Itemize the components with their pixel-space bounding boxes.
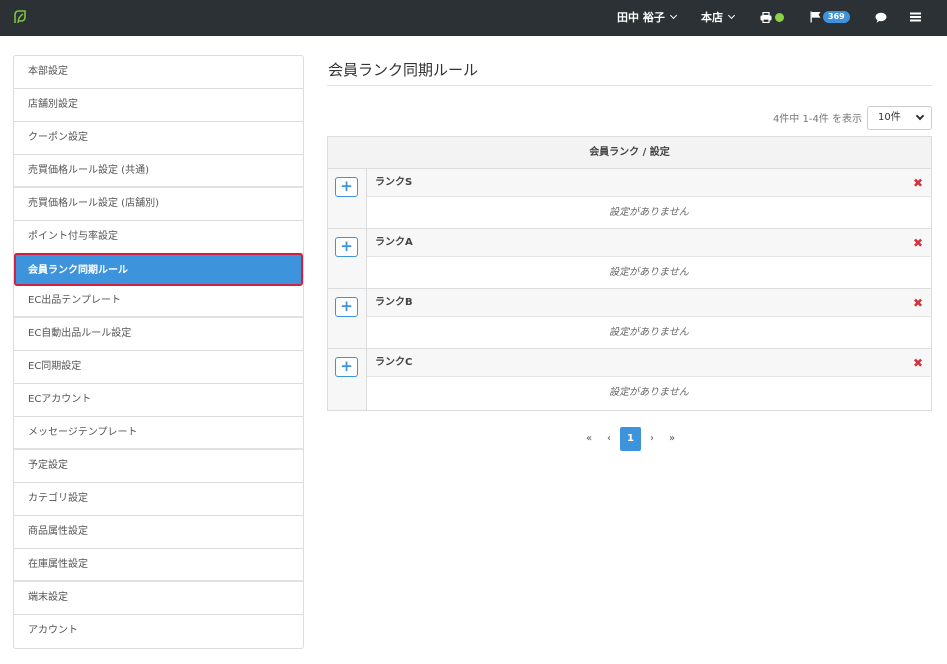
chevron-down-icon	[669, 11, 677, 20]
notifications-button[interactable]: 369	[810, 0, 850, 36]
sidebar-item-member-rank-sync[interactable]: 会員ランク同期ルール	[14, 253, 303, 286]
delete-icon[interactable]: ✖	[913, 289, 923, 317]
page-title: 会員ランク同期ルール	[328, 61, 479, 79]
sidebar-item-store-settings[interactable]: 店舗別設定	[14, 89, 303, 122]
add-rule-button[interactable]: +	[335, 357, 358, 377]
table-header: 会員ランク / 設定	[328, 137, 931, 169]
next-page-button[interactable]: ›	[642, 427, 662, 451]
rank-name: ランクC	[375, 357, 413, 368]
leaf-icon[interactable]	[12, 9, 28, 25]
delete-icon[interactable]: ✖	[913, 349, 923, 377]
main-menu-button[interactable]	[910, 0, 921, 36]
result-count: 4件中 1-4件 を表示	[772, 114, 862, 125]
chat-button[interactable]	[875, 0, 887, 36]
sidebar-item-category[interactable]: カテゴリ設定	[14, 483, 303, 516]
sidebar-item-ec-auto-listing[interactable]: EC自動出品ルール設定	[14, 318, 303, 351]
sidebar-item-price-rule-store[interactable]: 売買価格ルール設定 (店舗別)	[14, 188, 303, 221]
delete-icon[interactable]: ✖	[913, 229, 923, 257]
chat-icon	[875, 12, 887, 23]
sidebar-item-ec-template[interactable]: EC出品テンプレート	[14, 285, 303, 318]
rank-name: ランクS	[375, 177, 413, 188]
pagination: « ‹ 1 › »	[579, 427, 682, 451]
chevron-down-icon	[727, 11, 736, 20]
menu-icon	[910, 12, 921, 22]
empty-message: 設定がありません	[609, 267, 689, 278]
rank-name-row: ランクS ✖	[367, 169, 931, 197]
sidebar-item-terminal[interactable]: 端末設定	[14, 582, 303, 615]
per-page-value: 10件	[878, 112, 901, 123]
sidebar-item-price-rule-common[interactable]: 売買価格ルール設定 (共通)	[14, 155, 303, 188]
sidebar-item-point-rate[interactable]: ポイント付与率設定	[14, 221, 303, 254]
add-rule-button[interactable]: +	[335, 237, 358, 257]
user-menu[interactable]: 田中 裕子	[617, 0, 677, 36]
printer-status-button[interactable]	[760, 0, 784, 36]
table-row: + ランクA ✖ 設定がありません	[328, 229, 931, 289]
title-divider	[327, 85, 932, 86]
prev-page-button[interactable]: ‹	[599, 427, 619, 451]
rank-name-row: ランクC ✖	[367, 349, 931, 377]
settings-sidebar: 本部設定 店舗別設定 クーポン設定 売買価格ルール設定 (共通) 売買価格ルール…	[13, 55, 304, 649]
empty-message: 設定がありません	[609, 327, 689, 338]
current-page-button[interactable]: 1	[620, 427, 641, 451]
notification-count-badge: 369	[823, 11, 850, 23]
sidebar-item-coupon[interactable]: クーポン設定	[14, 122, 303, 155]
sidebar-item-schedule[interactable]: 予定設定	[14, 450, 303, 483]
store-menu[interactable]: 本店	[701, 0, 736, 36]
rank-name-row: ランクA ✖	[367, 229, 931, 257]
sidebar-item-stock-attribute[interactable]: 在庫属性設定	[14, 549, 303, 582]
sidebar-item-ec-sync[interactable]: EC同期設定	[14, 351, 303, 384]
top-navbar: 田中 裕子 本店 369	[0, 0, 947, 36]
add-rule-button[interactable]: +	[335, 177, 358, 197]
add-cell: +	[328, 349, 367, 410]
status-dot	[775, 12, 784, 22]
first-page-button[interactable]: «	[579, 427, 599, 451]
table-row: + ランクS ✖ 設定がありません	[328, 169, 931, 229]
sidebar-item-account[interactable]: アカウント	[14, 615, 303, 648]
empty-message: 設定がありません	[609, 207, 689, 218]
user-name: 田中 裕子	[617, 11, 665, 24]
add-cell: +	[328, 229, 367, 288]
chevron-down-icon	[915, 111, 925, 121]
last-page-button[interactable]: »	[662, 427, 682, 451]
rank-table: 会員ランク / 設定 + ランクS ✖ 設定がありません + ランクA ✖ 設定…	[327, 136, 932, 411]
rank-name-row: ランクB ✖	[367, 289, 931, 317]
add-rule-button[interactable]: +	[335, 297, 358, 317]
store-name: 本店	[701, 11, 723, 24]
sidebar-item-message-template[interactable]: メッセージテンプレート	[14, 417, 303, 450]
rank-name: ランクA	[375, 237, 413, 248]
add-cell: +	[328, 289, 367, 348]
sidebar-item-headquarters[interactable]: 本部設定	[14, 56, 303, 89]
rank-name: ランクB	[375, 297, 413, 308]
printer-icon	[760, 11, 772, 23]
add-cell: +	[328, 169, 367, 228]
sidebar-item-ec-account[interactable]: ECアカウント	[14, 384, 303, 417]
sidebar-item-product-attribute[interactable]: 商品属性設定	[14, 516, 303, 549]
table-row: + ランクB ✖ 設定がありません	[328, 289, 931, 349]
delete-icon[interactable]: ✖	[913, 169, 923, 197]
flag-icon	[810, 11, 821, 23]
per-page-select[interactable]: 10件	[867, 106, 932, 130]
table-row: + ランクC ✖ 設定がありません	[328, 349, 931, 410]
empty-message: 設定がありません	[609, 387, 689, 398]
